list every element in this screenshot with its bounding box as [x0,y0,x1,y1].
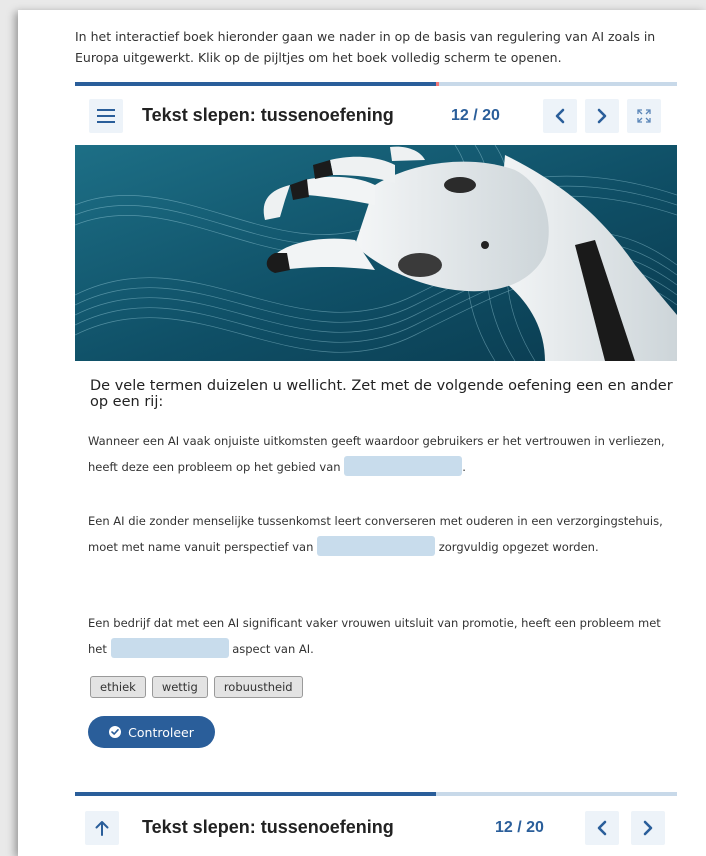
option-ethiek[interactable]: ethiek [90,676,146,698]
check-button-label: Controleer [128,724,194,740]
chevron-left-icon [555,108,565,124]
intro-text: In het interactief boek hieronder gaan w… [75,29,656,65]
exercise-question: De vele termen duizelen u wellicht. Zet … [90,378,673,410]
progress-fill-bottom [75,792,437,796]
option-robuustheid[interactable]: robuustheid [213,676,303,698]
progress-bar-bottom [75,792,677,796]
fullscreen-icon [637,109,651,123]
sentence-1: Wanneer een AI vaak onjuiste uitkomsten … [88,428,680,480]
chevron-left-icon [597,820,607,836]
page-counter: 12 / 20 [451,107,500,124]
next-page-button[interactable] [585,99,619,133]
scroll-top-button[interactable] [85,811,119,845]
option-wettig[interactable]: wettig [151,676,208,698]
chevron-right-icon [643,820,653,836]
sentence-3: Een bedrijf dat met een AI significant v… [88,610,680,662]
book-footer: Tekst slepen: tussenoefening 12 / 20 [75,800,677,856]
progress-fill [75,82,437,86]
book-header: Tekst slepen: tussenoefening 12 / 20 [75,88,677,144]
drop-zone-2[interactable] [317,536,436,556]
checkmark-icon [109,726,122,738]
sentence-2-end: zorgvuldig opgezet worden. [438,540,599,554]
menu-button[interactable] [89,99,123,133]
page-title: Tekst slepen: tussenoefening [142,105,394,125]
arrow-up-icon [95,820,109,836]
drop-zone-1[interactable] [344,456,463,476]
progress-marker [436,82,440,86]
check-button[interactable]: Controleer [88,716,215,748]
previous-page-button[interactable] [543,99,577,133]
robot-hand-image [75,145,677,361]
chevron-right-icon [597,108,607,124]
drop-zone-3[interactable] [110,638,229,658]
sentence-2: Een AI die zonder menselijke tussenkomst… [88,508,680,560]
draggable-options: ethiek wettig robuustheid [90,676,303,698]
fullscreen-button[interactable] [627,99,661,133]
hamburger-menu-icon [97,109,115,123]
sentence-3-end: aspect van AI. [232,642,314,656]
footer-previous-button[interactable] [585,811,619,845]
progress-bar [75,82,677,86]
sentence-1-end: . [462,460,466,474]
footer-title: Tekst slepen: tussenoefening [142,817,394,837]
footer-page-counter: 12 / 20 [495,819,544,836]
footer-next-button[interactable] [631,811,665,845]
